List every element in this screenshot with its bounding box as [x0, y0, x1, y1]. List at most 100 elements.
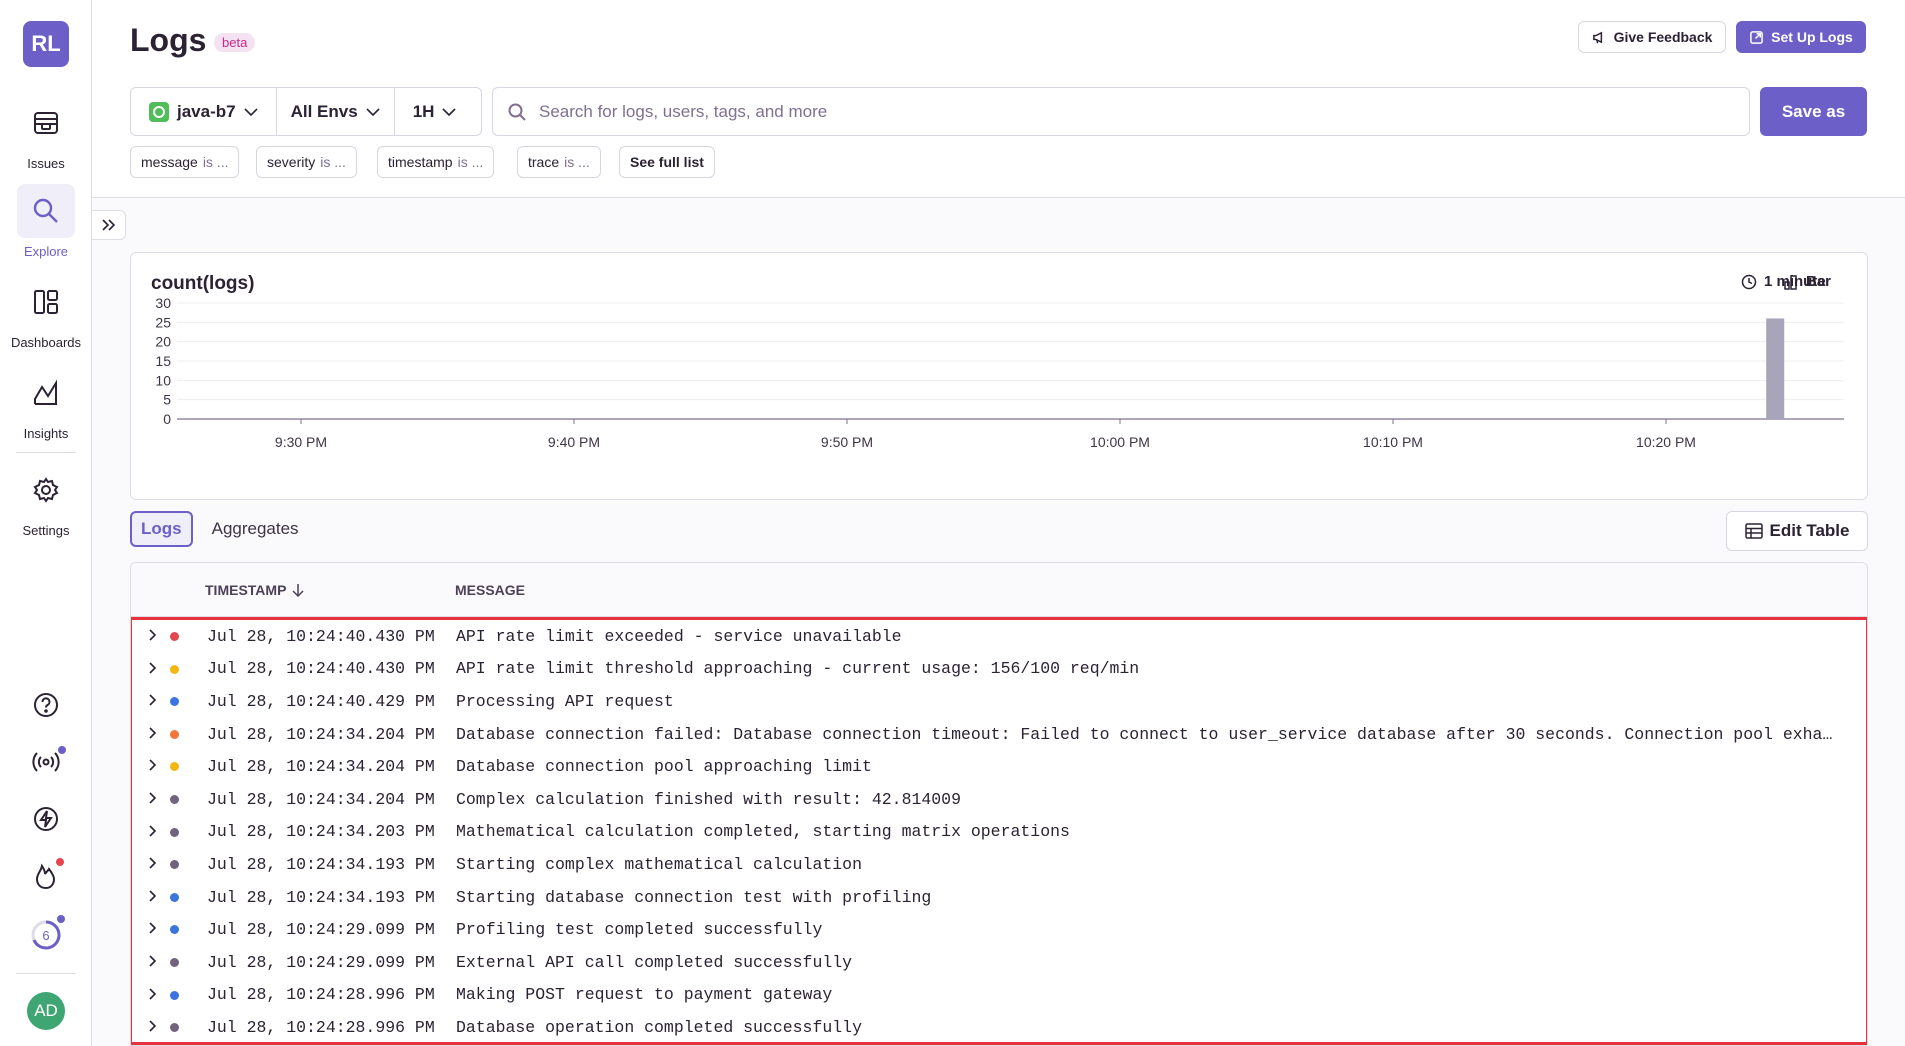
lightning-icon: [34, 807, 58, 831]
onboarding-button[interactable]: 6: [24, 915, 68, 955]
logs-table: TIMESTAMP MESSAGE Jul 28, 10:24:40.430 P…: [130, 562, 1868, 1046]
whats-new-button[interactable]: [24, 742, 68, 782]
table-row[interactable]: Jul 28, 10:24:40.430 PM API rate limit th…: [132, 653, 1866, 686]
severity-dot: [170, 1023, 179, 1033]
edit-table-button[interactable]: Edit Table: [1726, 511, 1868, 551]
chevron-right-icon[interactable]: [146, 824, 160, 838]
column-label: MESSAGE: [455, 582, 526, 598]
severity-dot: [170, 632, 179, 641]
chevron-right-icon[interactable]: [146, 628, 160, 642]
search-input[interactable]: [539, 101, 1639, 122]
page-filters: java-b7 All Envs 1H: [130, 87, 482, 136]
highlighted-rows: Jul 28, 10:24:40.430 PM API rate limit ex…: [131, 617, 1867, 1045]
chevron-right-icon[interactable]: [146, 726, 160, 740]
table-row[interactable]: Jul 28, 10:24:34.204 PM Database connecti…: [132, 750, 1866, 783]
chevron-right-icon[interactable]: [146, 987, 160, 1001]
chip-op: is ...: [202, 154, 229, 170]
nav-divider: [16, 452, 76, 453]
main-area: Logs beta Give Feedback Set Up Logs java…: [92, 0, 1905, 1046]
table-row[interactable]: Jul 28, 10:24:29.099 PM Profiling test co…: [132, 913, 1866, 946]
chevron-right-icon[interactable]: [146, 791, 160, 805]
chevron-right-icon[interactable]: [146, 1019, 160, 1033]
chevron-right-icon[interactable]: [146, 661, 160, 675]
chart-plot: 30 25 20 15 10 5 0 9:30 PM 9:40 PM 9:50 PM 10:00 P…: [155, 295, 1844, 450]
see-full-list-label: See full list: [630, 154, 704, 170]
page-header: Logs beta Give Feedback Set Up Logs java…: [92, 0, 1905, 198]
chevron-right-icon[interactable]: [146, 954, 160, 968]
column-message[interactable]: MESSAGE: [455, 582, 525, 598]
column-label: TIMESTAMP: [205, 582, 287, 598]
row-timestamp: Jul 28, 10:24:40.430 PM: [207, 659, 435, 679]
project-selector[interactable]: java-b7: [131, 88, 276, 135]
save-as-button[interactable]: Save as: [1760, 87, 1867, 136]
chip-key: timestamp: [388, 154, 453, 170]
performance-button[interactable]: [24, 799, 68, 839]
chevron-right-icon[interactable]: [146, 693, 160, 707]
table-row[interactable]: Jul 28, 10:24:28.996 PM Making POST reque…: [132, 979, 1866, 1012]
row-timestamp: Jul 28, 10:24:40.429 PM: [207, 691, 435, 711]
org-avatar[interactable]: RL: [23, 21, 69, 67]
x-tick-label: 10:00 PM: [1090, 434, 1150, 450]
severity-dot: [170, 827, 179, 837]
table-row[interactable]: Jul 28, 10:24:34.193 PM Starting complex …: [132, 848, 1866, 881]
edit-table-label: Edit Table: [1769, 521, 1850, 540]
sidebar-item-label: Issues: [27, 156, 65, 171]
sidebar-item-settings[interactable]: Settings: [0, 463, 92, 538]
row-timestamp: Jul 28, 10:24:34.193 PM: [207, 887, 435, 907]
row-message: Profiling test completed successfully: [456, 920, 823, 940]
table-row[interactable]: Jul 28, 10:24:29.099 PM External API call…: [132, 946, 1866, 979]
give-feedback-label: Give Feedback: [1613, 29, 1713, 45]
chevron-down-icon: [442, 107, 456, 116]
nav-divider: [16, 973, 76, 974]
table-row[interactable]: Jul 28, 10:24:34.203 PM Mathematical calc…: [132, 816, 1866, 849]
environment-selector[interactable]: All Envs: [277, 88, 394, 135]
column-timestamp[interactable]: TIMESTAMP: [205, 582, 304, 598]
set-up-logs-button[interactable]: Set Up Logs: [1736, 21, 1866, 53]
y-tick-label: 20: [155, 334, 171, 350]
help-button[interactable]: [24, 685, 68, 725]
tab-aggregates[interactable]: Aggregates: [203, 513, 308, 545]
row-timestamp: Jul 28, 10:24:28.996 PM: [207, 985, 435, 1005]
alerts-button[interactable]: [24, 856, 68, 896]
x-tick-label: 9:50 PM: [821, 434, 873, 450]
sidebar-item-explore[interactable]: Explore: [0, 184, 92, 259]
x-tick-label: 10:10 PM: [1363, 434, 1423, 450]
filter-chip-severity[interactable]: severity is ...: [256, 146, 357, 178]
table-row[interactable]: Jul 28, 10:24:34.204 PM Database connecti…: [132, 718, 1866, 751]
chevron-right-icon[interactable]: [146, 889, 160, 903]
table-row[interactable]: Jul 28, 10:24:28.996 PM Database operatio…: [132, 1011, 1866, 1044]
y-tick-label: 0: [163, 411, 171, 427]
alert-dot: [56, 858, 64, 866]
chevron-right-icon[interactable]: [146, 921, 160, 935]
chevron-right-icon[interactable]: [146, 758, 160, 772]
table-row[interactable]: Jul 28, 10:24:40.429 PM Processing API re…: [132, 685, 1866, 718]
chip-key: severity: [267, 154, 316, 170]
sidebar-item-dashboards[interactable]: Dashboards: [0, 275, 92, 350]
y-tick-label: 10: [155, 372, 171, 388]
sort-desc-icon: [292, 584, 304, 597]
y-tick-label: 30: [155, 295, 171, 311]
table-row[interactable]: Jul 28, 10:24:34.204 PM Complex calculati…: [132, 783, 1866, 816]
table-row[interactable]: Jul 28, 10:24:40.430 PM API rate limit ex…: [132, 620, 1866, 653]
time-range-selector[interactable]: 1H: [395, 88, 475, 135]
expand-sidebar-button[interactable]: [92, 210, 126, 240]
chart-bar[interactable]: [1766, 318, 1785, 419]
row-message: Processing API request: [456, 691, 674, 711]
sidebar-item-label: Explore: [23, 244, 69, 259]
page-title: Logs: [130, 22, 207, 58]
filter-chip-message[interactable]: message is ...: [130, 146, 240, 178]
table-row[interactable]: Jul 28, 10:24:34.193 PM Starting database…: [132, 881, 1866, 914]
see-full-list-button[interactable]: See full list: [619, 146, 715, 178]
give-feedback-button[interactable]: Give Feedback: [1578, 21, 1726, 53]
content-area: count(logs) Bar 1 minute 30 25 20 15 10 5 0 9:3…: [92, 199, 1905, 1046]
filter-chip-trace[interactable]: trace is ...: [517, 146, 601, 178]
sidebar-item-insights[interactable]: Insights: [0, 366, 92, 441]
sidebar-item-issues[interactable]: Issues: [0, 96, 92, 171]
row-timestamp: Jul 28, 10:24:40.430 PM: [207, 626, 435, 646]
tab-logs[interactable]: Logs: [130, 511, 193, 547]
search-bar[interactable]: [492, 87, 1750, 136]
user-avatar[interactable]: AD: [27, 992, 65, 1030]
filter-chip-timestamp[interactable]: timestamp is ...: [377, 146, 495, 178]
chevron-right-icon[interactable]: [146, 856, 160, 870]
chip-op: is ...: [320, 154, 346, 170]
